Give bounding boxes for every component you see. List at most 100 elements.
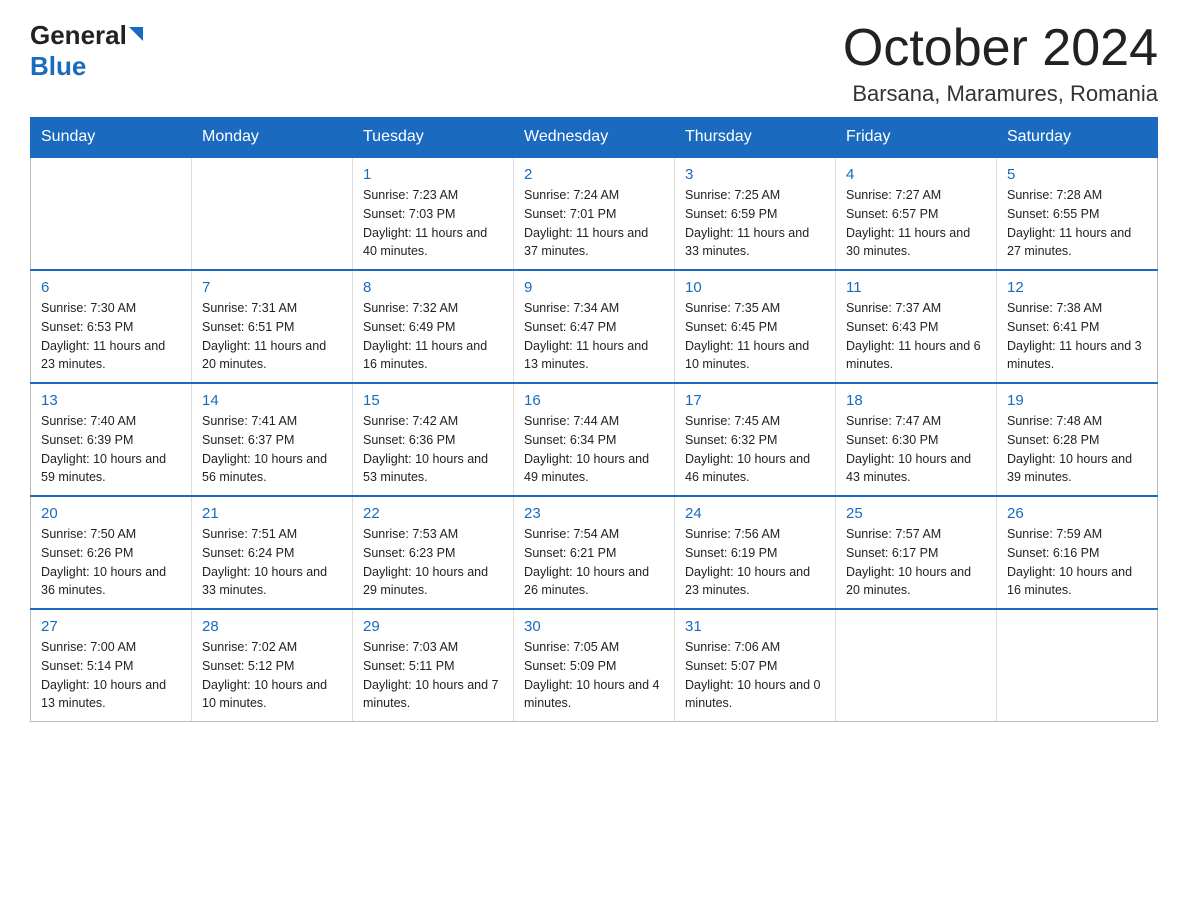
- calendar-cell: 22 Sunrise: 7:53 AM Sunset: 6:23 PM Dayli…: [353, 496, 514, 609]
- calendar-week-row: 6 Sunrise: 7:30 AM Sunset: 6:53 PM Daylig…: [31, 270, 1158, 383]
- calendar-week-row: 27 Sunrise: 7:00 AM Sunset: 5:14 PM Dayli…: [31, 609, 1158, 722]
- calendar-cell: 26 Sunrise: 7:59 AM Sunset: 6:16 PM Dayli…: [997, 496, 1158, 609]
- day-info: Sunrise: 7:27 AM Sunset: 6:57 PM Dayligh…: [846, 186, 986, 261]
- day-info: Sunrise: 7:44 AM Sunset: 6:34 PM Dayligh…: [524, 412, 664, 487]
- day-number: 4: [846, 166, 986, 183]
- day-number: 30: [524, 618, 664, 635]
- day-number: 1: [363, 166, 503, 183]
- weekday-header-friday: Friday: [836, 118, 997, 158]
- calendar-cell: 10 Sunrise: 7:35 AM Sunset: 6:45 PM Dayli…: [675, 270, 836, 383]
- calendar-cell: 25Sunrise: 7:57 AM Sunset: 6:17 PM Dayli…: [836, 496, 997, 609]
- calendar-cell: 7 Sunrise: 7:31 AM Sunset: 6:51 PM Daylig…: [192, 270, 353, 383]
- day-info: Sunrise: 7:02 AM Sunset: 5:12 PM Dayligh…: [202, 638, 342, 713]
- day-info: Sunrise: 7:38 AM Sunset: 6:41 PM Dayligh…: [1007, 299, 1147, 374]
- logo: General Blue: [30, 20, 143, 82]
- calendar-cell: 4 Sunrise: 7:27 AM Sunset: 6:57 PM Daylig…: [836, 157, 997, 270]
- day-info: Sunrise: 7:31 AM Sunset: 6:51 PM Dayligh…: [202, 299, 342, 374]
- day-info: Sunrise: 7:47 AM Sunset: 6:30 PM Dayligh…: [846, 412, 986, 487]
- calendar-cell: 21 Sunrise: 7:51 AM Sunset: 6:24 PM Dayli…: [192, 496, 353, 609]
- weekday-header-monday: Monday: [192, 118, 353, 158]
- calendar-cell: 2 Sunrise: 7:24 AM Sunset: 7:01 PM Daylig…: [514, 157, 675, 270]
- day-number: 17: [685, 392, 825, 409]
- day-number: 14: [202, 392, 342, 409]
- calendar-cell: [997, 609, 1158, 722]
- calendar-cell: 20Sunrise: 7:50 AM Sunset: 6:26 PM Dayli…: [31, 496, 192, 609]
- calendar-table: SundayMondayTuesdayWednesdayThursdayFrid…: [30, 117, 1158, 722]
- day-info: Sunrise: 7:56 AM Sunset: 6:19 PM Dayligh…: [685, 525, 825, 600]
- calendar-cell: 27 Sunrise: 7:00 AM Sunset: 5:14 PM Dayli…: [31, 609, 192, 722]
- day-number: 16: [524, 392, 664, 409]
- title-block: October 2024 Barsana, Maramures, Romania: [843, 20, 1158, 107]
- weekday-header-wednesday: Wednesday: [514, 118, 675, 158]
- day-number: 3: [685, 166, 825, 183]
- calendar-cell: 13 Sunrise: 7:40 AM Sunset: 6:39 PM Dayli…: [31, 383, 192, 496]
- day-info: Sunrise: 7:24 AM Sunset: 7:01 PM Dayligh…: [524, 186, 664, 261]
- logo-blue-text: Blue: [30, 51, 86, 81]
- page-title: October 2024: [843, 20, 1158, 77]
- day-number: 13: [41, 392, 181, 409]
- calendar-week-row: 1 Sunrise: 7:23 AM Sunset: 7:03 PM Daylig…: [31, 157, 1158, 270]
- day-number: 22: [363, 505, 503, 522]
- day-number: 26: [1007, 505, 1147, 522]
- calendar-cell: 23Sunrise: 7:54 AM Sunset: 6:21 PM Dayli…: [514, 496, 675, 609]
- day-info: Sunrise: 7:06 AM Sunset: 5:07 PM Dayligh…: [685, 638, 825, 713]
- day-number: 18: [846, 392, 986, 409]
- calendar-cell: 18 Sunrise: 7:47 AM Sunset: 6:30 PM Dayli…: [836, 383, 997, 496]
- day-number: 10: [685, 279, 825, 296]
- day-info: Sunrise: 7:34 AM Sunset: 6:47 PM Dayligh…: [524, 299, 664, 374]
- day-number: 28: [202, 618, 342, 635]
- day-info: Sunrise: 7:30 AM Sunset: 6:53 PM Dayligh…: [41, 299, 181, 374]
- calendar-cell: 6 Sunrise: 7:30 AM Sunset: 6:53 PM Daylig…: [31, 270, 192, 383]
- calendar-cell: 8 Sunrise: 7:32 AM Sunset: 6:49 PM Daylig…: [353, 270, 514, 383]
- day-info: Sunrise: 7:23 AM Sunset: 7:03 PM Dayligh…: [363, 186, 503, 261]
- day-info: Sunrise: 7:40 AM Sunset: 6:39 PM Dayligh…: [41, 412, 181, 487]
- day-number: 7: [202, 279, 342, 296]
- day-info: Sunrise: 7:42 AM Sunset: 6:36 PM Dayligh…: [363, 412, 503, 487]
- calendar-cell: 5Sunrise: 7:28 AM Sunset: 6:55 PM Daylig…: [997, 157, 1158, 270]
- calendar-cell: 19 Sunrise: 7:48 AM Sunset: 6:28 PM Dayli…: [997, 383, 1158, 496]
- day-info: Sunrise: 7:59 AM Sunset: 6:16 PM Dayligh…: [1007, 525, 1147, 600]
- calendar-cell: 14Sunrise: 7:41 AM Sunset: 6:37 PM Dayli…: [192, 383, 353, 496]
- day-info: Sunrise: 7:25 AM Sunset: 6:59 PM Dayligh…: [685, 186, 825, 261]
- day-number: 19: [1007, 392, 1147, 409]
- day-info: Sunrise: 7:00 AM Sunset: 5:14 PM Dayligh…: [41, 638, 181, 713]
- weekday-header-row: SundayMondayTuesdayWednesdayThursdayFrid…: [31, 118, 1158, 158]
- calendar-cell: 16 Sunrise: 7:44 AM Sunset: 6:34 PM Dayli…: [514, 383, 675, 496]
- calendar-week-row: 20Sunrise: 7:50 AM Sunset: 6:26 PM Dayli…: [31, 496, 1158, 609]
- calendar-cell: [836, 609, 997, 722]
- day-number: 21: [202, 505, 342, 522]
- day-number: 29: [363, 618, 503, 635]
- day-number: 5: [1007, 166, 1147, 183]
- calendar-cell: 31 Sunrise: 7:06 AM Sunset: 5:07 PM Dayli…: [675, 609, 836, 722]
- weekday-header-sunday: Sunday: [31, 118, 192, 158]
- calendar-cell: 30Sunrise: 7:05 AM Sunset: 5:09 PM Dayli…: [514, 609, 675, 722]
- calendar-cell: 3 Sunrise: 7:25 AM Sunset: 6:59 PM Daylig…: [675, 157, 836, 270]
- day-number: 31: [685, 618, 825, 635]
- day-info: Sunrise: 7:32 AM Sunset: 6:49 PM Dayligh…: [363, 299, 503, 374]
- page-header: General Blue October 2024 Barsana, Maram…: [30, 20, 1158, 107]
- logo-arrow-icon: [129, 27, 143, 41]
- calendar-cell: 15 Sunrise: 7:42 AM Sunset: 6:36 PM Dayli…: [353, 383, 514, 496]
- logo-general-text: General: [30, 20, 127, 51]
- calendar-cell: 9 Sunrise: 7:34 AM Sunset: 6:47 PM Daylig…: [514, 270, 675, 383]
- day-number: 27: [41, 618, 181, 635]
- day-number: 24: [685, 505, 825, 522]
- day-info: Sunrise: 7:03 AM Sunset: 5:11 PM Dayligh…: [363, 638, 503, 713]
- day-number: 15: [363, 392, 503, 409]
- day-number: 6: [41, 279, 181, 296]
- day-number: 8: [363, 279, 503, 296]
- day-info: Sunrise: 7:51 AM Sunset: 6:24 PM Dayligh…: [202, 525, 342, 600]
- day-info: Sunrise: 7:53 AM Sunset: 6:23 PM Dayligh…: [363, 525, 503, 600]
- calendar-cell: 1 Sunrise: 7:23 AM Sunset: 7:03 PM Daylig…: [353, 157, 514, 270]
- day-info: Sunrise: 7:35 AM Sunset: 6:45 PM Dayligh…: [685, 299, 825, 374]
- calendar-cell: 28 Sunrise: 7:02 AM Sunset: 5:12 PM Dayli…: [192, 609, 353, 722]
- day-info: Sunrise: 7:48 AM Sunset: 6:28 PM Dayligh…: [1007, 412, 1147, 487]
- calendar-body: 1 Sunrise: 7:23 AM Sunset: 7:03 PM Daylig…: [31, 157, 1158, 722]
- day-info: Sunrise: 7:54 AM Sunset: 6:21 PM Dayligh…: [524, 525, 664, 600]
- calendar-header: SundayMondayTuesdayWednesdayThursdayFrid…: [31, 118, 1158, 158]
- calendar-cell: [192, 157, 353, 270]
- weekday-header-thursday: Thursday: [675, 118, 836, 158]
- day-number: 2: [524, 166, 664, 183]
- calendar-week-row: 13 Sunrise: 7:40 AM Sunset: 6:39 PM Dayli…: [31, 383, 1158, 496]
- day-number: 9: [524, 279, 664, 296]
